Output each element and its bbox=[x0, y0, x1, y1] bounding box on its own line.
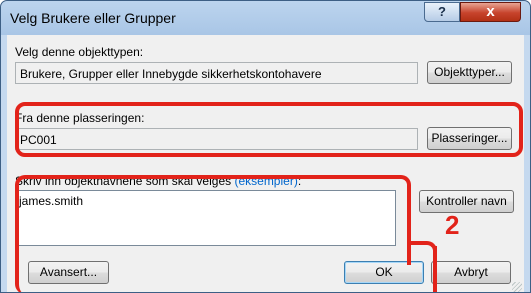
close-button[interactable]: x bbox=[460, 2, 521, 22]
help-icon: ? bbox=[438, 4, 446, 19]
object-type-label: Velg denne objekttypen: bbox=[15, 45, 144, 59]
object-types-button[interactable]: Objekttyper... bbox=[427, 61, 512, 84]
object-type-field: Brukere, Grupper eller Innebygde sikkerh… bbox=[15, 62, 418, 84]
title-bar[interactable]: Velg Brukere eller Grupper ? x bbox=[1, 1, 530, 35]
step-number-annotation: 2 bbox=[445, 210, 460, 240]
cancel-button[interactable]: Avbryt bbox=[431, 261, 511, 284]
check-names-button[interactable]: Kontroller navn bbox=[419, 190, 514, 213]
location-highlight bbox=[15, 102, 523, 157]
window-title: Velg Brukere eller Grupper bbox=[10, 10, 176, 26]
highlight-corner bbox=[407, 241, 437, 269]
resize-grip-icon[interactable] bbox=[512, 282, 522, 292]
buttons-highlight bbox=[15, 246, 437, 292]
close-icon: x bbox=[486, 3, 495, 20]
help-button[interactable]: ? bbox=[424, 2, 460, 22]
dialog-window: Velg Brukere eller Grupper ? x Velg denn… bbox=[0, 0, 531, 293]
